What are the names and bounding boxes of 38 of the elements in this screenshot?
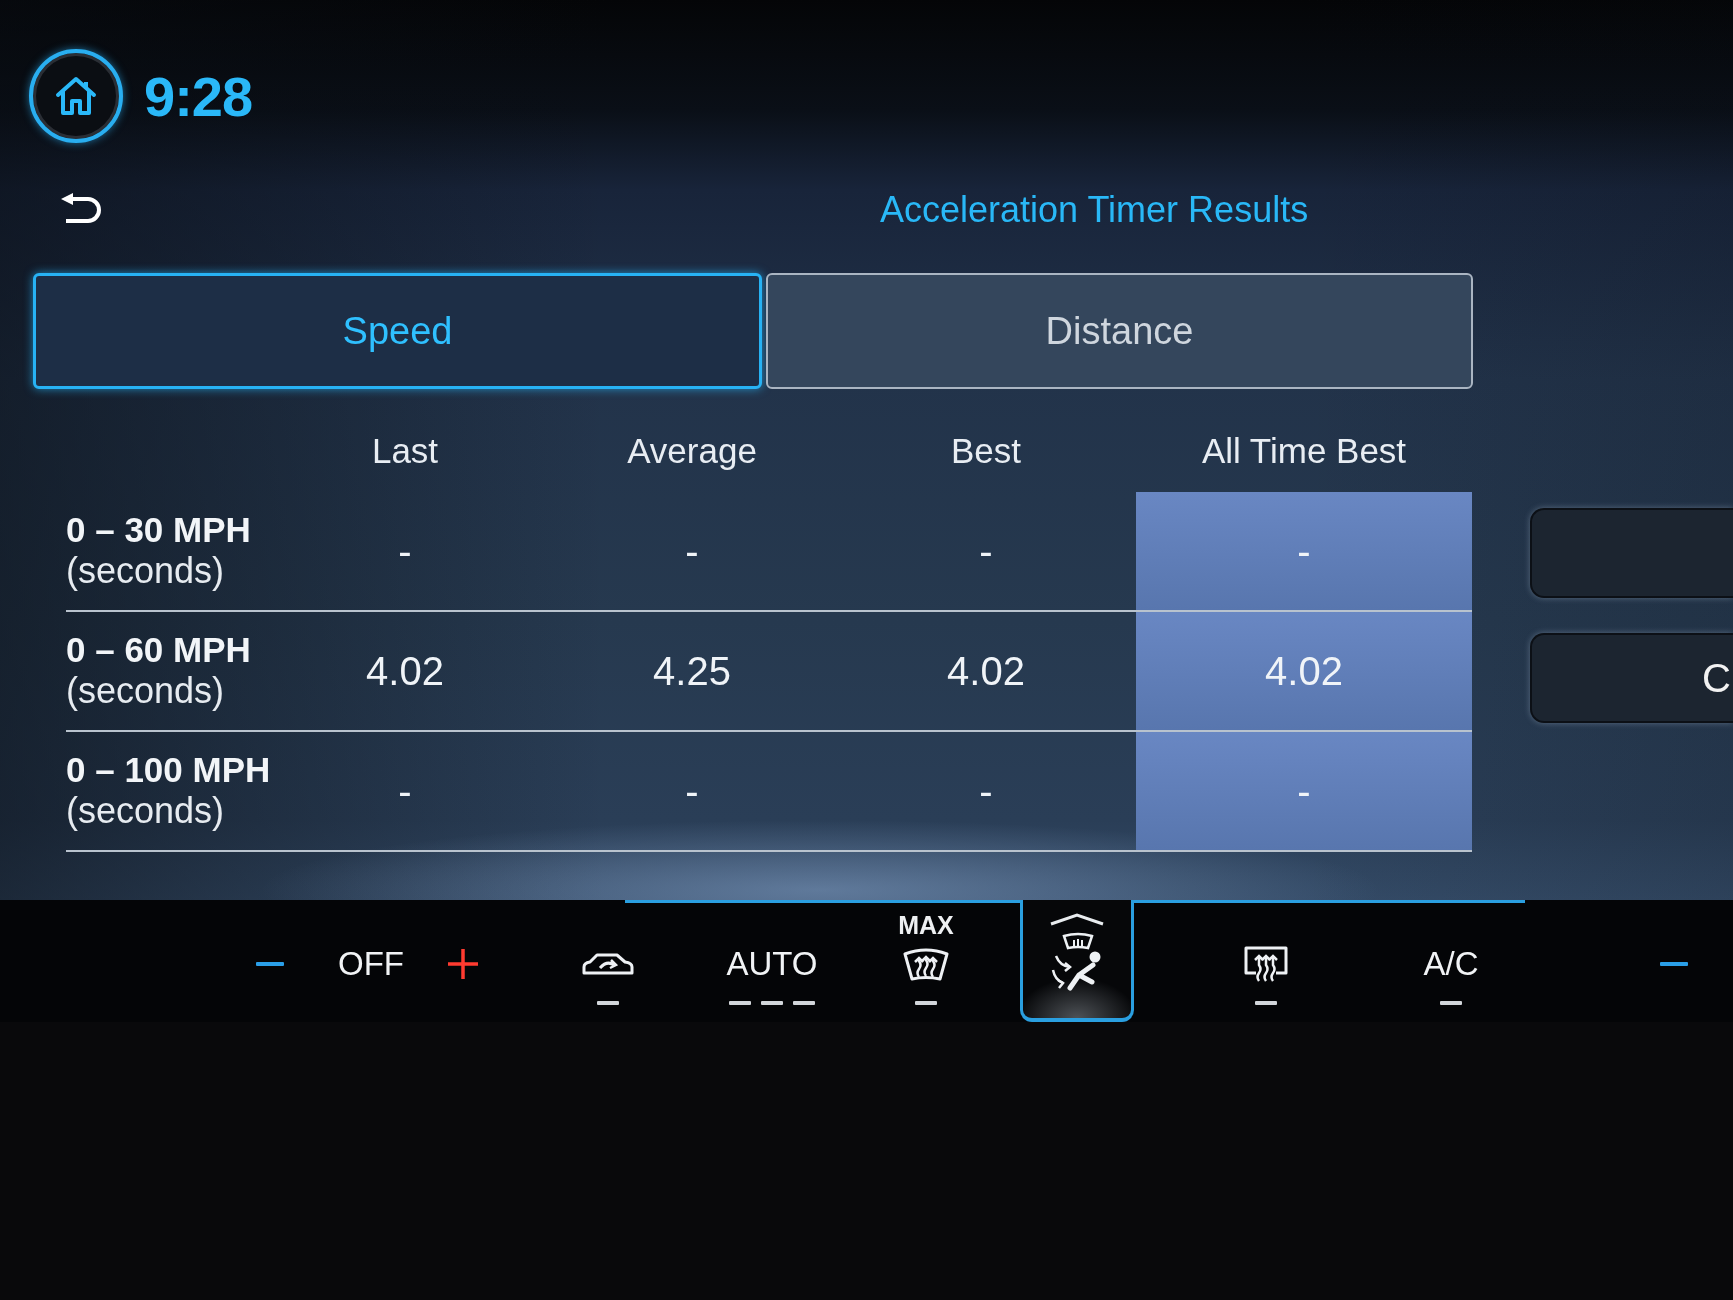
column-header: Best [950, 430, 1021, 470]
table-cell: 4.02 [1136, 612, 1472, 730]
table-cell-text: - [978, 767, 994, 815]
tab[interactable]: Speed [33, 273, 762, 389]
auto-button[interactable]: AUTO [726, 945, 818, 983]
unit-label: (seconds) [66, 670, 225, 712]
temperature-readout: OFF [338, 945, 404, 983]
table-cell-text: 4.25 [652, 647, 732, 695]
unit-label: (seconds) [66, 790, 225, 832]
row-label: 0 – 100 MPH [66, 750, 271, 790]
side-button[interactable]: C [1530, 633, 1733, 723]
table-cell-text: - [684, 527, 700, 575]
max-label: MAX [898, 910, 954, 940]
table-cell-text: 4.02 [365, 647, 445, 695]
home-icon [54, 75, 98, 117]
chevron-up-icon [1049, 912, 1105, 926]
table-cell-text: - [397, 527, 413, 575]
column-header: Last [371, 430, 439, 470]
row-label: 0 – 30 MPH [66, 510, 251, 550]
table-cell: - [1136, 492, 1472, 610]
table-cell-text: - [978, 527, 994, 575]
ac-button[interactable]: A/C [1423, 945, 1479, 983]
table-cell: - [1136, 732, 1472, 850]
unit-label: (seconds) [66, 550, 225, 592]
column-header: All Time Best [1201, 430, 1407, 470]
table-cell-text: - [397, 767, 413, 815]
page-title: Acceleration Timer Results [880, 189, 1309, 231]
rear-defrost-icon[interactable] [1242, 945, 1290, 983]
row-label: 0 – 60 MPH [66, 630, 251, 670]
windshield-defrost-icon[interactable] [902, 947, 950, 981]
clock-time: 9:28 [144, 63, 253, 129]
airflow-tab[interactable] [1020, 900, 1134, 1022]
tab[interactable]: Distance [766, 273, 1473, 389]
home-button[interactable] [29, 49, 123, 143]
table-cell-text: - [684, 767, 700, 815]
table-cell-text: 4.02 [946, 647, 1026, 695]
column-header: Average [627, 430, 757, 470]
plus-icon[interactable] [448, 949, 478, 979]
